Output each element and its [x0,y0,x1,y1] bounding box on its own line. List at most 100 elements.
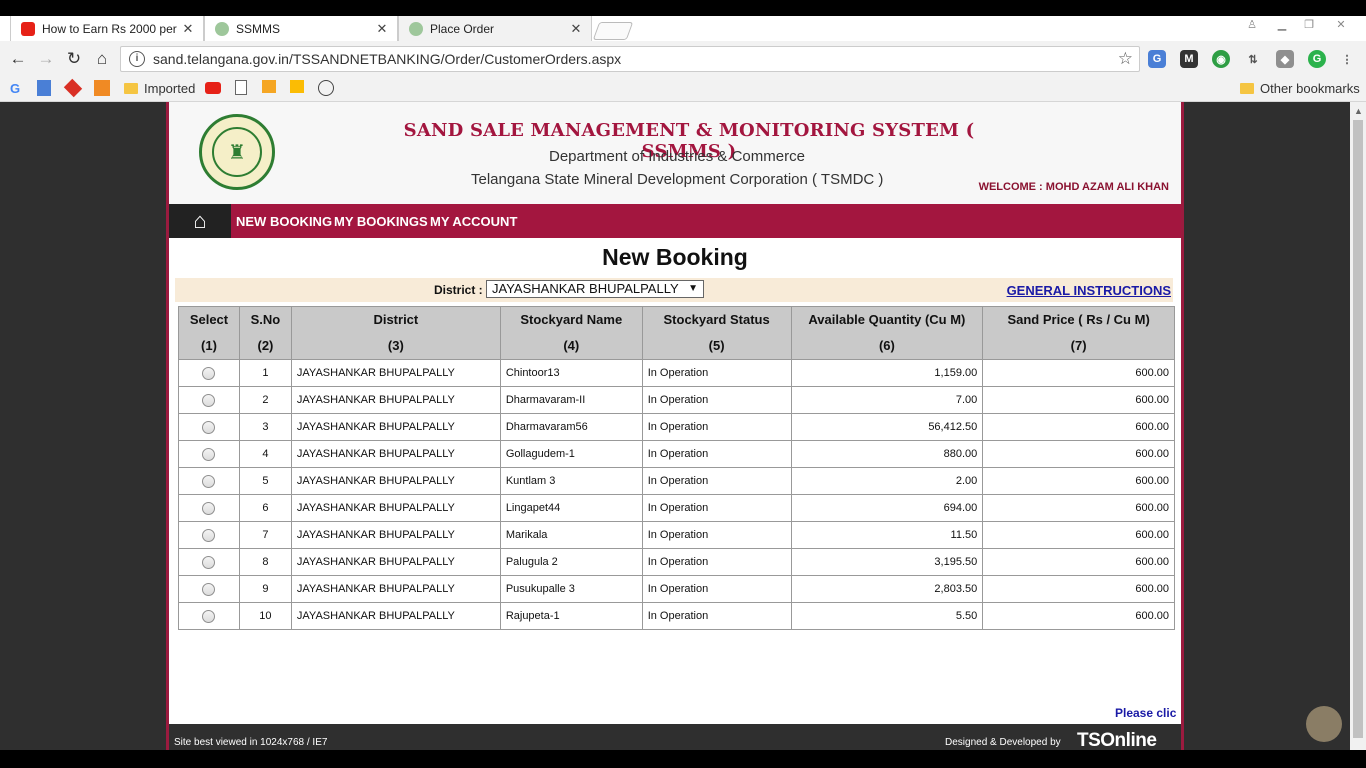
table-row[interactable]: 9 JAYASHANKAR BHUPALPALLY Pusukupalle 3 In … [178,575,1175,603]
select-radio[interactable] [202,474,216,488]
stockyard-status-cell: In Operation [641,440,792,468]
info-icon[interactable]: i [129,51,145,67]
bookmark-folder-imported[interactable]: Imported [124,80,195,96]
close-icon[interactable]: ✕ [375,21,389,37]
table-row[interactable]: 8 JAYASHANKAR BHUPALPALLY Palugula 2 In Ope… [178,548,1175,576]
sort-icon[interactable]: ⇅ [1244,50,1262,68]
column-number: (6) [878,338,895,353]
close-icon[interactable]: ✕ [181,21,195,37]
scroll-up-icon[interactable]: ▲ [1354,106,1363,116]
translate-bookmark-icon[interactable] [37,80,51,96]
select-radio[interactable] [202,528,216,542]
select-radio[interactable] [202,447,216,461]
site-header: ♜ SAND SALE MANAGEMENT & MONITORING SYST… [169,102,1181,204]
table-row[interactable]: 1 JAYASHANKAR BHUPALPALLY Chintoor13 In Ope… [178,359,1175,387]
sand-price-cell: 600.00 [982,386,1175,414]
home-icon: ⌂ [193,208,207,233]
available-quantity-cell: 5.50 [790,602,984,630]
home-icon[interactable]: ⌂ [90,47,114,71]
district-cell: JAYASHANKAR BHUPALPALLY [290,494,501,522]
select-radio[interactable] [202,393,216,407]
profile-icon[interactable]: ♙ [1243,18,1261,32]
stockyard-status-cell: In Operation [641,521,792,549]
column-header: Stockyard Name (4) [499,306,643,360]
home-button[interactable]: ⌂ [169,204,231,238]
stockyard-status-cell: In Operation [641,602,792,630]
available-quantity-cell: 2.00 [790,467,984,495]
bookmark-folder-other[interactable]: Other bookmarks [1240,80,1360,96]
please-click-link[interactable]: Please clic [1115,706,1176,720]
stockyard-name-cell: Marikala [499,521,643,549]
bookmark-icon[interactable] [63,78,83,98]
bookmark-star-icon[interactable]: ☆ [1118,49,1133,69]
table-row[interactable]: 4 JAYASHANKAR BHUPALPALLY Gollagudem-1 In O… [178,440,1175,468]
table-row[interactable]: 5 JAYASHANKAR BHUPALPALLY Kuntlam 3 In Oper… [178,467,1175,495]
reload-icon[interactable]: ↻ [62,47,86,71]
column-number: (3) [387,338,404,353]
minimize-icon[interactable]: ▁ [1273,18,1291,32]
table-row[interactable]: 10 JAYASHANKAR BHUPALPALLY Rajupeta-1 In Op… [178,602,1175,630]
district-cell: JAYASHANKAR BHUPALPALLY [290,386,501,414]
bookmark-label: Imported [144,80,196,96]
extension-icon[interactable]: ◉ [1212,50,1230,68]
cube-icon[interactable]: ◆ [1276,50,1294,68]
sand-price-cell: 600.00 [982,440,1175,468]
corporation-name: Telangana State Mineral Development Corp… [471,171,884,188]
close-icon[interactable]: ✕ [569,21,583,37]
sno-cell: 8 [238,548,292,576]
menu-my-account[interactable]: MY ACCOUNT [430,214,517,229]
address-bar[interactable]: i sand.telangana.gov.in/TSSANDNETBANKING… [120,46,1140,72]
footer-browser-note: Site best viewed in 1024x768 / IE7 [174,737,328,748]
emblem-icon: ♜ [212,127,262,177]
dropdown-arrow-icon: ▼ [688,283,698,294]
bookmark-icon[interactable] [94,80,110,96]
stockyard-name-cell: Dharmavaram-II [499,386,643,414]
select-radio[interactable] [202,501,216,515]
grammarly-icon[interactable]: G [1308,50,1326,68]
select-radio[interactable] [202,420,216,434]
district-cell: JAYASHANKAR BHUPALPALLY [290,359,501,387]
district-select[interactable]: JAYASHANKAR BHUPALPALLY ▼ [486,280,704,298]
back-icon[interactable]: ← [6,47,30,71]
column-header: Available Quantity (Cu M) (6) [790,306,984,360]
select-radio[interactable] [202,609,216,623]
youtube-bookmark-icon[interactable] [205,82,221,94]
select-cell [178,521,240,549]
menu-new-booking[interactable]: NEW BOOKING [236,214,332,229]
select-cell [178,386,240,414]
translate-icon[interactable]: G [1148,50,1166,68]
scrollbar-thumb[interactable] [1353,120,1363,738]
tab-ssmms[interactable]: SSMMS ✕ [204,16,398,41]
select-radio[interactable] [202,366,216,380]
menu-my-bookings[interactable]: MY BOOKINGS [334,214,428,229]
mail-icon[interactable]: M [1180,50,1198,68]
select-cell [178,575,240,603]
google-icon[interactable]: G [10,80,20,96]
circle-bookmark-icon[interactable] [318,80,334,96]
menu-icon[interactable]: ⋮ [1338,50,1356,68]
stockyard-name-cell: Palugula 2 [499,548,643,576]
forward-icon[interactable]: → [34,47,58,71]
new-tab-button[interactable] [592,22,634,40]
page-scrollbar[interactable]: ▲ [1350,102,1366,750]
available-quantity-cell: 11.50 [790,521,984,549]
page-bookmark-icon[interactable] [235,80,247,95]
restore-icon[interactable]: ❐ [1300,18,1318,32]
select-radio[interactable] [202,555,216,569]
column-name: Available Quantity (Cu M) [808,312,966,327]
stockyard-status-cell: In Operation [641,575,792,603]
table-row[interactable]: 6 JAYASHANKAR BHUPALPALLY Lingapet44 In Ope… [178,494,1175,522]
analytics-icon[interactable] [262,80,276,93]
tab-youtube[interactable]: How to Earn Rs 2000 per ✕ [10,16,204,41]
tab-place-order[interactable]: Place Order ✕ [398,16,592,41]
drive-icon[interactable] [290,80,304,93]
table-row[interactable]: 3 JAYASHANKAR BHUPALPALLY Dharmavaram56 In … [178,413,1175,441]
general-instructions-link[interactable]: GENERAL INSTRUCTIONS [1007,283,1171,298]
select-radio[interactable] [202,582,216,596]
department-name: Department of Industries & Commerce [549,148,805,165]
table-row[interactable]: 2 JAYASHANKAR BHUPALPALLY Dharmavaram-II In… [178,386,1175,414]
close-window-icon[interactable]: ✕ [1332,18,1350,32]
table-row[interactable]: 7 JAYASHANKAR BHUPALPALLY Marikala In Opera… [178,521,1175,549]
welcome-text: WELCOME : MOHD AZAM ALI KHAN [978,181,1169,193]
stockyard-status-cell: In Operation [641,548,792,576]
